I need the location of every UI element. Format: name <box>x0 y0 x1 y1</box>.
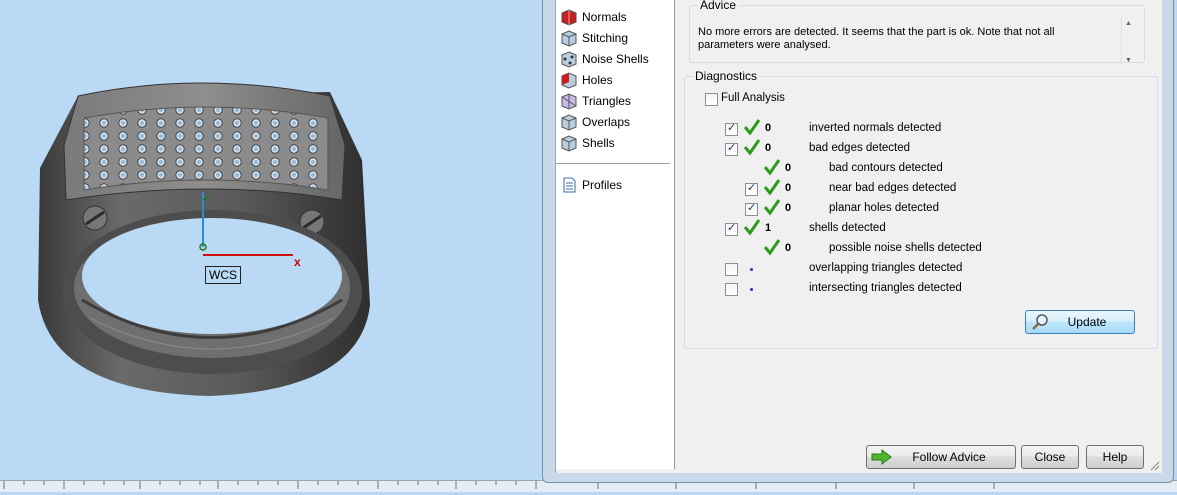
advice-title: Advice <box>700 0 737 12</box>
pending-dot-icon <box>750 268 753 271</box>
holes-icon <box>561 72 577 89</box>
inverted-normals-checkbox[interactable] <box>725 121 738 136</box>
inverted-normals-label: inverted normals detected <box>809 122 942 134</box>
sidebar-item-profiles[interactable]: Profiles <box>560 175 622 195</box>
update-button[interactable]: Update <box>1025 310 1135 334</box>
sidebar-item-noise-shells[interactable]: Noise Shells <box>560 49 649 69</box>
dialog-body: Normals Stitching Noise Shells Holes Tri… <box>555 0 1162 473</box>
noise-shells-icon <box>561 51 577 68</box>
close-button[interactable]: Close <box>1021 445 1079 469</box>
diagnostics-title: Diagnostics <box>695 69 758 83</box>
x-axis-label: x <box>294 255 301 269</box>
triangles-icon <box>561 93 577 110</box>
near-bad-edges-count: 0 <box>785 182 792 194</box>
sidebar-item-shells[interactable]: Shells <box>560 133 615 153</box>
check-icon <box>743 119 761 136</box>
planar-holes-label: planar holes detected <box>829 202 939 214</box>
check-icon <box>763 239 781 256</box>
bad-contours-count: 0 <box>785 162 792 174</box>
shells-icon <box>561 135 577 152</box>
arrow-right-icon <box>871 449 892 465</box>
bad-edges-count: 0 <box>765 142 772 154</box>
sidebar-item-holes[interactable]: Holes <box>560 70 613 90</box>
sidebar-divider <box>556 163 670 164</box>
full-analysis-label: Full Analysis <box>721 92 785 104</box>
sidebar-item-stitching[interactable]: Stitching <box>560 28 628 48</box>
full-analysis-checkbox[interactable] <box>705 93 718 106</box>
wcs-label: WCS <box>205 266 241 284</box>
intersecting-triangles-checkbox[interactable] <box>725 283 738 296</box>
check-icon <box>743 219 761 236</box>
shells-label: shells detected <box>809 222 886 234</box>
normals-icon <box>561 9 577 26</box>
ring-model <box>38 82 370 396</box>
overlapping-triangles-label: overlapping triangles detected <box>809 262 963 274</box>
intersecting-triangles-label: intersecting triangles detected <box>809 282 962 294</box>
inverted-normals-count: 0 <box>765 122 772 134</box>
sidebar-item-normals[interactable]: Normals <box>560 7 627 27</box>
follow-advice-label: Follow Advice <box>912 450 986 464</box>
sidebar-item-label: Overlaps <box>582 115 631 129</box>
document-icon <box>563 177 576 193</box>
advice-scrollbar[interactable]: ▲ ▼ <box>1121 18 1136 66</box>
sidebar-item-label: Holes <box>582 73 613 87</box>
check-icon <box>743 139 761 156</box>
follow-advice-button[interactable]: Follow Advice <box>866 445 1016 469</box>
resize-grip-icon[interactable] <box>1148 459 1160 471</box>
sidebar-item-label: Triangles <box>582 94 631 108</box>
bad-edges-checkbox[interactable] <box>725 141 738 156</box>
sidebar-item-label: Shells <box>582 136 615 150</box>
planar-holes-count: 0 <box>785 202 792 214</box>
shells-count: 1 <box>765 222 772 234</box>
help-label: Help <box>1102 450 1128 464</box>
overlaps-icon <box>561 114 577 131</box>
check-icon <box>763 199 781 216</box>
sidebar-item-label: Noise Shells <box>582 52 649 66</box>
planar-holes-checkbox[interactable] <box>745 201 758 216</box>
check-icon <box>763 179 781 196</box>
stitching-icon <box>561 30 577 47</box>
3d-viewport[interactable]: x WCS <box>0 0 545 491</box>
shells-checkbox[interactable] <box>725 221 738 236</box>
bad-edges-label: bad edges detected <box>809 142 911 154</box>
scroll-up-icon[interactable]: ▲ <box>1125 20 1132 27</box>
sidebar-item-overlaps[interactable]: Overlaps <box>560 112 630 132</box>
close-label: Close <box>1034 450 1066 464</box>
pending-dot-icon <box>750 288 753 291</box>
noise-shells-count: 0 <box>785 242 792 254</box>
diagnostics-dialog: Normals Stitching Noise Shells Holes Tri… <box>542 0 1174 483</box>
update-button-label: Update <box>1067 315 1107 329</box>
scroll-down-icon[interactable]: ▼ <box>1125 57 1132 64</box>
sidebar-item-label: Profiles <box>582 178 623 192</box>
magnifier-icon <box>1032 314 1048 330</box>
near-bad-edges-checkbox[interactable] <box>745 181 758 196</box>
help-button[interactable]: Help <box>1086 445 1144 469</box>
category-list: Normals Stitching Noise Shells Holes Tri… <box>556 0 675 469</box>
sidebar-item-label: Stitching <box>582 31 629 45</box>
sidebar-item-label: Normals <box>582 10 627 24</box>
sidebar-item-triangles[interactable]: Triangles <box>560 91 631 111</box>
diagnostics-group: Diagnostics Full Analysis 0 inverted nor… <box>684 69 1158 349</box>
advice-group: Advice No more errors are detected. It s… <box>689 0 1145 66</box>
noise-shells-label: possible noise shells detected <box>829 242 982 254</box>
bad-contours-label: bad contours detected <box>829 162 943 174</box>
check-icon <box>763 159 781 176</box>
advice-text: No more errors are detected. It seems th… <box>698 26 1055 51</box>
overlapping-triangles-checkbox[interactable] <box>725 263 738 276</box>
near-bad-edges-label: near bad edges detected <box>829 182 957 194</box>
